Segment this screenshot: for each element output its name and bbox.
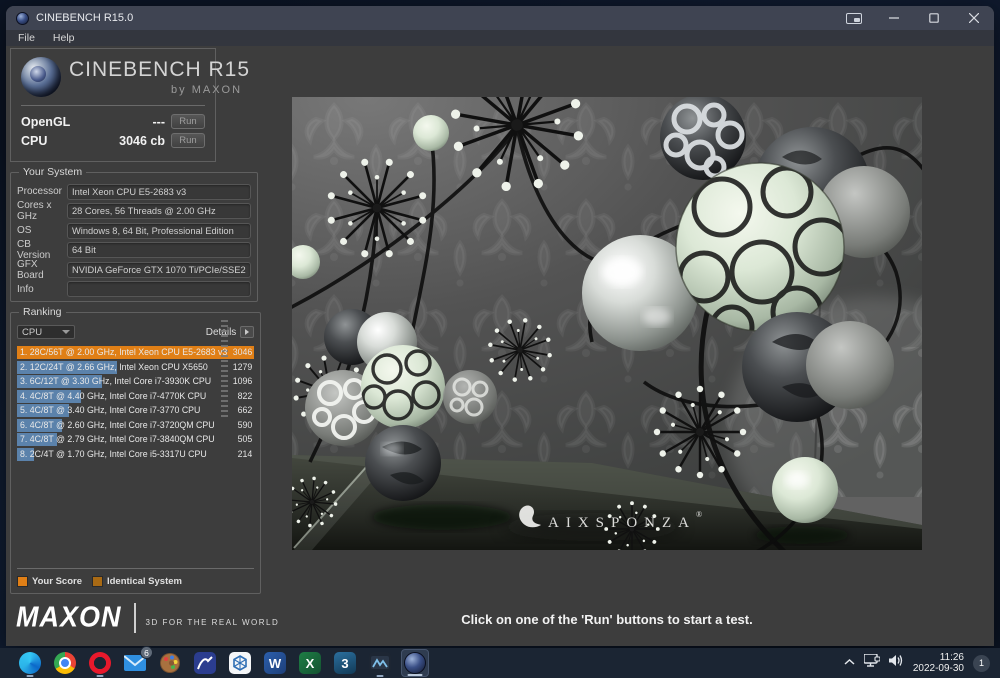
render-scene: AIXSPONZA ® <box>281 97 994 569</box>
ranking-row[interactable]: 6. 4C/8T @ 2.60 GHz, Intel Core i7-3720Q… <box>17 418 254 432</box>
ranking-panel: Ranking CPU Details 1. 28C/56T @ 2.00 GH… <box>10 306 262 594</box>
ranking-legend: Ranking <box>23 306 62 318</box>
cb-version-field: 64 Bit <box>67 242 251 259</box>
render-preview: AIXSPONZA ® <box>281 97 994 569</box>
os-label: OS <box>17 225 32 237</box>
titlebar[interactable]: CINEBENCH R15.0 <box>6 6 994 30</box>
gfx-board-field: NVIDIA GeForce GTX 1070 Ti/PCIe/SSE2 <box>67 261 251 278</box>
taskbar-excel-icon[interactable]: X <box>296 649 324 677</box>
svg-text:®: ® <box>696 510 702 519</box>
clock-date: 2022-09-30 <box>912 663 964 674</box>
identical-system-swatch <box>91 576 103 587</box>
taskbar-3d-app-icon[interactable] <box>226 649 254 677</box>
taskbar-monitor-app-icon[interactable] <box>366 649 394 677</box>
logo-subtitle: by MAXON <box>171 84 243 96</box>
maxon-tagline: 3D FOR THE REAL WORLD <box>145 618 280 627</box>
menubar: File Help <box>6 30 994 46</box>
system-tray: 11:26 2022-09-30 1 <box>844 652 1000 674</box>
ranking-row[interactable]: 4. 4C/8T @ 4.40 GHz, Intel Core i7-4770K… <box>17 389 254 403</box>
ranking-row[interactable]: 3. 6C/12T @ 3.30 GHz, Intel Core i7-3930… <box>17 375 254 388</box>
info-label: Info <box>17 283 34 295</box>
maxon-divider <box>133 602 136 633</box>
app-content: CINEBENCH R15 by MAXON OpenGL --- Run CP… <box>6 46 994 646</box>
your-score-swatch <box>17 576 28 587</box>
menu-help[interactable]: Help <box>53 32 75 44</box>
maximize-button[interactable] <box>914 6 954 30</box>
legend-divider <box>17 568 255 569</box>
your-system-panel: Your System Processor Intel Xeon CPU E5-2… <box>10 166 258 302</box>
minimize-button[interactable] <box>874 6 914 30</box>
identical-system-label: Identical System <box>106 576 182 587</box>
cinebench-window: CINEBENCH R15.0 File Help CINEBENCH R15 … <box>6 6 994 646</box>
cpu-row: CPU 3046 cb Run <box>21 131 205 150</box>
cpu-score-value: 3046 cb <box>119 133 165 148</box>
ranking-row[interactable]: 7. 4C/8T @ 2.79 GHz, Intel Core i7-3840Q… <box>17 433 254 446</box>
opengl-value: --- <box>152 114 166 129</box>
cores-ghz-field: 28 Cores, 56 Threads @ 2.00 GHz <box>67 203 251 220</box>
cinebench-logo-icon <box>21 57 61 97</box>
network-icon[interactable] <box>863 653 881 672</box>
ranking-filter-value: CPU <box>22 326 43 338</box>
hint-text: Click on one of the 'Run' buttons to sta… <box>461 612 753 627</box>
processor-field: Intel Xeon CPU E5-2683 v3 <box>67 183 251 200</box>
taskbar-chrome-icon[interactable] <box>51 649 79 677</box>
logo-divider <box>21 105 205 106</box>
taskbar-word-icon[interactable]: W <box>261 649 289 677</box>
opengl-run-button[interactable]: Run <box>171 114 205 129</box>
tray-chevron-icon[interactable] <box>844 657 855 669</box>
logo-panel: CINEBENCH R15 by MAXON OpenGL --- Run CP… <box>10 48 249 162</box>
cinebench-app-icon <box>16 11 29 25</box>
os-field: Windows 8, 64 Bit, Professional Edition <box>67 222 251 239</box>
ranking-filter-dropdown[interactable]: CPU <box>17 325 75 339</box>
cores-ghz-label: Cores x GHz <box>17 200 52 223</box>
opengl-row: OpenGL --- Run <box>21 112 205 131</box>
ranking-row[interactable]: 1. 28C/56T @ 2.00 GHz, Intel Xeon CPU E5… <box>17 346 255 359</box>
taskbar-3dsmax-icon[interactable]: 3 <box>331 649 359 677</box>
ranking-row[interactable]: 8. 2C/4T @ 1.70 GHz, Intel Core i5-3317U… <box>17 447 254 461</box>
opengl-label: OpenGL <box>21 114 71 129</box>
maxon-logo: MAXON <box>16 601 122 633</box>
chevron-down-icon <box>62 330 70 334</box>
taskbar-clock[interactable]: 11:26 2022-09-30 <box>913 652 964 674</box>
details-button[interactable] <box>240 326 255 338</box>
score-legend: Your Score Identical System <box>17 576 182 587</box>
your-score-label: Your Score <box>32 576 82 587</box>
info-field <box>67 281 251 298</box>
ranking-row[interactable]: 2. 12C/24T @ 2.66 GHz, Intel Xeon CPU X5… <box>17 360 254 374</box>
taskbar-mail-icon[interactable]: 6 <box>121 646 153 677</box>
close-button[interactable] <box>954 6 994 30</box>
cpu-run-button[interactable]: Run <box>171 133 205 148</box>
logo-title: CINEBENCH R15 <box>69 58 251 81</box>
gfx-board-label: GFX Board <box>17 258 44 281</box>
taskbar-opera-icon[interactable] <box>86 649 114 677</box>
pip-icon[interactable] <box>834 6 874 30</box>
svg-text:AIXSPONZA: AIXSPONZA <box>548 515 696 531</box>
clock-time: 11:26 <box>939 652 964 663</box>
processor-label: Processor <box>17 186 63 198</box>
cpu-label: CPU <box>21 133 48 148</box>
mail-badge: 6 <box>140 646 153 659</box>
volume-icon[interactable] <box>888 654 904 672</box>
menu-file[interactable]: File <box>18 32 35 44</box>
your-system-legend: Your System <box>23 166 83 178</box>
taskbar-curve-app-icon[interactable] <box>191 649 219 677</box>
ranking-list: 1. 28C/56T @ 2.00 GHz, Intel Xeon CPU E5… <box>17 346 255 461</box>
window-title: CINEBENCH R15.0 <box>36 12 134 24</box>
taskbar: 6 W X 3 11:26 2022-09-30 1 <box>0 646 1000 678</box>
maxon-brand: MAXON 3D FOR THE REAL WORLD <box>16 601 280 633</box>
taskbar-paint-icon[interactable] <box>156 649 184 677</box>
ranking-row[interactable]: 5. 4C/8T @ 3.40 GHz, Intel Core i7-3770 … <box>17 404 254 417</box>
notification-badge[interactable]: 1 <box>973 654 990 672</box>
taskbar-cinebench-icon[interactable] <box>401 649 429 677</box>
taskbar-edge-icon[interactable] <box>16 649 44 677</box>
